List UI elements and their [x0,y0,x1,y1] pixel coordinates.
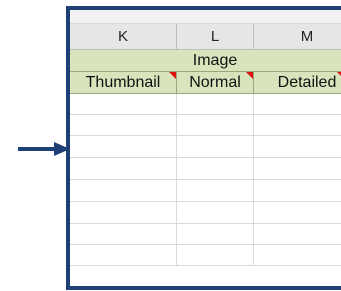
row-gridline [70,135,341,136]
header-cell-detailed[interactable]: Detailed [254,72,341,94]
column-gridline [176,94,177,266]
comment-marker-icon [337,72,341,79]
group-header-label: Image [192,51,238,69]
column-header-m[interactable]: M [254,24,341,50]
row-gridline [70,265,341,266]
header-cell-normal[interactable]: Normal [177,72,254,94]
column-letter: M [300,28,314,45]
spreadsheet-frame: K L M Image Thumbnail Normal Detailed [66,6,341,290]
column-header-l[interactable]: L [177,24,254,50]
toolbar-edge [70,10,341,24]
column-header-k[interactable]: K [70,24,177,50]
header-label: Thumbnail [85,73,161,91]
merged-header-cell[interactable]: Image [70,50,341,72]
row-gridline [70,223,341,224]
row-gridline [70,179,341,180]
column-letter: K [117,28,128,45]
header-cell-thumbnail[interactable]: Thumbnail [70,72,177,94]
pointer-arrow-icon [18,142,70,156]
comment-marker-icon [246,72,253,79]
header-label: Normal [189,73,241,91]
row-gridline [70,114,341,115]
column-letter: L [210,28,220,45]
row-gridline [70,244,341,245]
comment-marker-icon [169,72,176,79]
column-gridline [253,94,254,266]
row-gridline [70,201,341,202]
header-label: Detailed [277,73,337,91]
row-gridline [70,157,341,158]
